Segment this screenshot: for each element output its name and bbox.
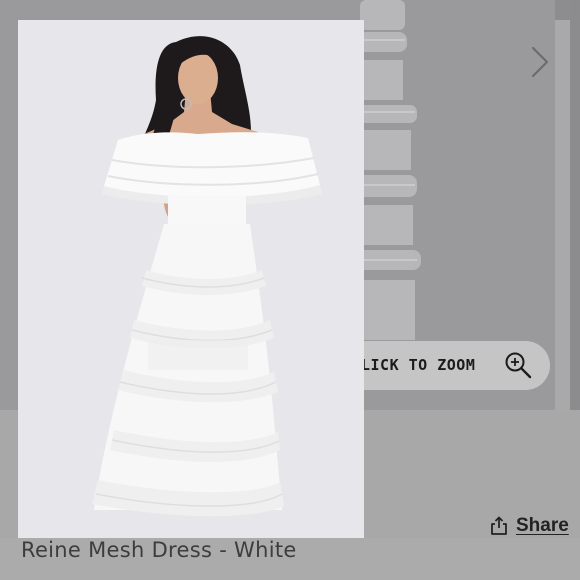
share-label: Share [516, 515, 569, 536]
zoom-label: LICK TO ZOOM [361, 356, 476, 374]
model-dress-image [92, 36, 322, 517]
share-button[interactable]: Share [490, 514, 569, 538]
zoom-in-icon[interactable] [504, 351, 532, 379]
next-slide-edge [570, 0, 580, 410]
chevron-right-icon [531, 46, 549, 78]
product-title: Reine Mesh Dress - White [21, 538, 297, 562]
share-icon [491, 516, 507, 535]
next-image-button[interactable] [520, 42, 560, 82]
product-photo[interactable] [18, 20, 364, 538]
